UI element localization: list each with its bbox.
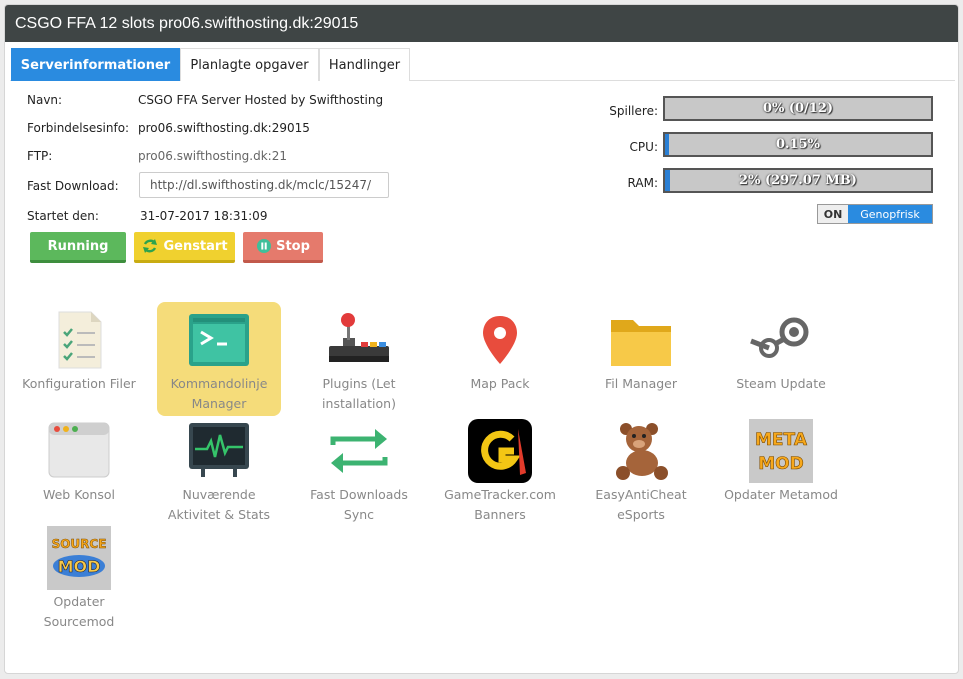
panel-header: CSGO FFA 12 slots pro06.swifthosting.dk:… [5,5,958,42]
tab-planlagte-opgaver[interactable]: Planlagte opgaver [180,48,319,81]
tool-label: Plugins (Let installation) [322,376,396,411]
tool-steam-update[interactable]: Steam Update [719,302,843,402]
players-label: Spillere: [609,104,658,118]
stop-button[interactable]: Stop [243,232,323,263]
restart-button[interactable]: Genstart [134,232,235,263]
cpu-label: CPU: [629,140,658,154]
cpu-meter: 0.15% [663,132,933,157]
running-label: Running [47,238,109,254]
tool-plugins[interactable]: Plugins (Let installation) [297,302,421,416]
tool-label: Fil Manager [605,376,677,391]
running-button[interactable]: Running [30,232,126,263]
tab-handlinger[interactable]: Handlinger [319,48,410,81]
tool-map-pack[interactable]: Map Pack [438,302,562,402]
started-label: Startet den: [27,209,99,223]
monitor-pulse-icon [189,423,249,477]
teddy-bear-icon [616,423,668,480]
config-files-icon [58,311,102,369]
fastdl-label: Fast Download: [27,179,119,193]
pause-icon [257,239,272,253]
tool-label: Kommandolinje Manager [170,376,268,411]
metamod-logo-icon: META MOD [749,419,813,483]
tool-label: EasyAntiCheat eSports [595,487,687,522]
tool-label: Map Pack [470,376,530,391]
tool-config-files[interactable]: Konfiguration Filer [17,302,141,402]
players-meter: 0% (0/12) [663,96,933,121]
ram-meter: 2% (297.07 MB) [663,168,933,193]
tool-fastdl-sync[interactable]: Fast Downloads Sync [297,417,421,531]
tool-label: Opdater Sourcemod [43,594,115,629]
steam-icon [750,317,809,358]
joystick-icon [329,313,389,362]
started-value: 31-07-2017 18:31:09 [140,209,268,223]
tool-label: Web Konsol [42,487,115,502]
browser-window-icon [48,422,110,478]
sourcemod-logo-icon: SOURCE MOD [47,526,111,590]
tool-activity-stats[interactable]: Nuværende Aktivitet & Stats [157,417,281,531]
gametracker-logo-icon [468,419,532,483]
map-pin-icon [483,316,517,364]
tool-label: Konfiguration Filer [22,376,136,391]
sync-arrows-icon [330,429,388,473]
connection-value: pro06.swifthosting.dk:29015 [138,121,310,135]
name-value: CSGO FFA Server Hosted by Swifthosting [138,93,384,107]
sourcemod-logo-source: SOURCE [52,537,107,551]
ftp-value: pro06.swifthosting.dk:21 [138,149,287,163]
tool-web-console[interactable]: Web Konsol [17,417,141,517]
tool-file-manager[interactable]: Fil Manager [579,302,703,402]
tool-label: GameTracker.com Banners [444,487,556,522]
tool-label: Steam Update [736,376,826,391]
ram-label: RAM: [627,176,658,190]
sourcemod-logo-mod: MOD [58,557,101,576]
stop-label: Stop [276,238,310,254]
restart-label: Genstart [163,238,228,254]
players-meter-text: 0% (0/12) [762,101,834,116]
tab-serverinformationer[interactable]: Serverinformationer [11,48,180,81]
terminal-icon [189,314,249,366]
tool-easyanticheat[interactable]: EasyAntiCheat eSports [579,417,703,531]
tool-label: Nuværende Aktivitet & Stats [167,487,271,522]
folder-icon [611,320,671,366]
tool-label: Opdater Metamod [724,487,838,502]
refresh-icon [143,239,158,253]
name-label: Navn: [27,93,63,107]
metamod-logo-mod: MOD [758,454,803,474]
cpu-meter-text: 0.15% [775,137,820,152]
fastdl-url-field[interactable]: http://dl.swifthosting.dk/mclc/15247/ [139,172,389,198]
server-title: CSGO FFA 12 slots pro06.swifthosting.dk:… [15,14,359,32]
tool-label: Fast Downloads Sync [310,487,408,522]
ftp-label: FTP: [27,149,53,163]
auto-refresh-toggle[interactable]: ON Genopfrisk [817,204,933,224]
metamod-logo-meta: META [755,430,808,450]
ram-meter-text: 2% (297.07 MB) [739,173,857,188]
tab-bar: Serverinformationer Planlagte opgaver Ha… [10,48,955,81]
toggle-on-label: ON [818,205,848,223]
connection-label: Forbindelsesinfo: [27,121,130,135]
tool-update-metamod[interactable]: META MOD Opdater Metamod [719,417,843,517]
tool-update-sourcemod[interactable]: SOURCE MOD Opdater Sourcemod [17,526,141,630]
server-panel: CSGO FFA 12 slots pro06.swifthosting.dk:… [4,4,959,674]
tool-command-line-manager[interactable]: Kommandolinje Manager [157,302,281,416]
toggle-refresh-label: Genopfrisk [848,205,932,223]
tool-gametracker-banners[interactable]: GameTracker.com Banners [438,417,562,531]
